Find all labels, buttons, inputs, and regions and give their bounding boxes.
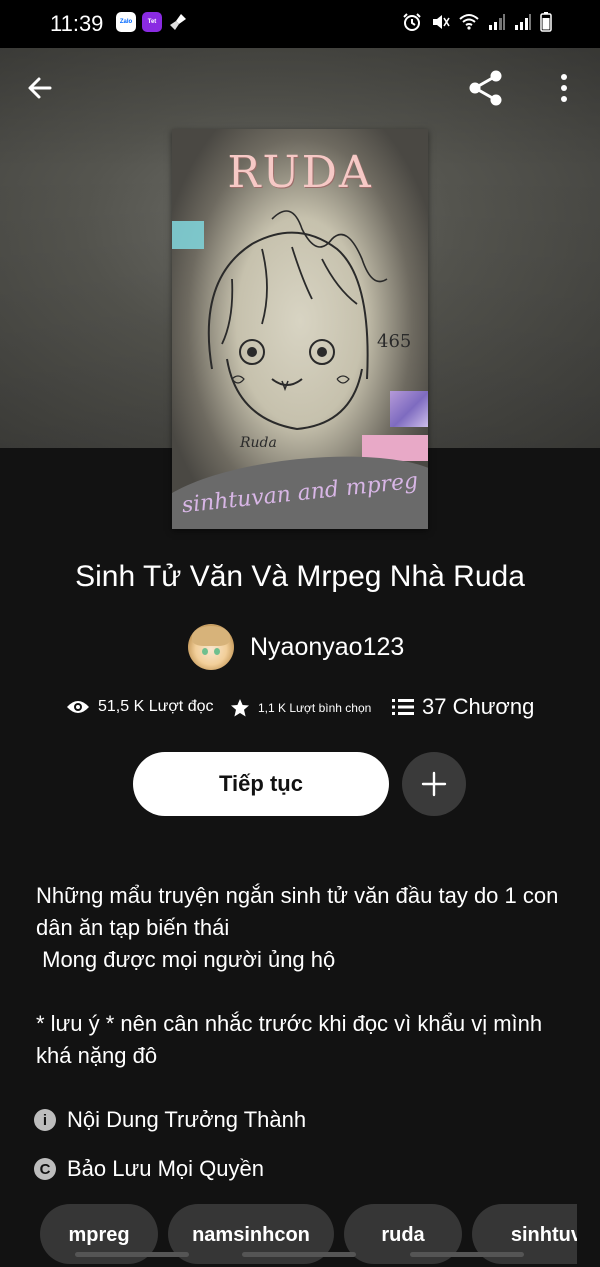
copyright-notice: C Bảo Lưu Mọi Quyền xyxy=(34,1156,264,1182)
avatar-eye xyxy=(202,648,208,655)
book-stats: 51,5 K Lượt đọc 1,1 K Lượt bình chọn 37 … xyxy=(66,694,546,730)
book-description: Những mẩu truyện ngắn sinh tử văn đầu ta… xyxy=(36,883,559,1068)
cover-sketch-number: 465 xyxy=(377,331,411,352)
eye-icon xyxy=(67,701,89,713)
tag-list: mpreg namsinhcon ruda sinhtuva xyxy=(40,1204,577,1267)
author-name[interactable]: Nyaonyao123 xyxy=(250,633,404,662)
avatar-hair xyxy=(192,626,230,646)
status-app-icons: Zalo Tet xyxy=(116,12,188,32)
stat-chapters-label[interactable]: 37 Chương xyxy=(422,694,534,720)
battery-icon xyxy=(540,12,552,37)
share-button[interactable] xyxy=(462,64,510,112)
nav-gesture-hint[interactable] xyxy=(242,1252,356,1257)
share-icon xyxy=(469,70,502,106)
copyright-icon: C xyxy=(34,1158,56,1180)
mature-content-notice: i Nội Dung Trưởng Thành xyxy=(34,1107,306,1133)
more-vertical-icon xyxy=(561,74,567,102)
zalo-icon: Zalo xyxy=(116,12,136,32)
status-time: 11:39 xyxy=(50,11,104,36)
arrow-left-icon xyxy=(28,77,52,99)
stat-votes-label: 1,1 K Lượt bình chọn xyxy=(258,701,372,715)
continue-reading-button[interactable]: Tiếp tục xyxy=(133,752,389,816)
wifi-icon xyxy=(458,12,480,37)
stat-reads-label: 51,5 K Lượt đọc xyxy=(98,698,214,715)
book-cover[interactable]: 465 Ruda RUDA sinhtuvan and mpreg xyxy=(172,129,428,529)
star-icon xyxy=(231,699,249,717)
mute-icon xyxy=(430,12,450,37)
mature-content-label: Nội Dung Trưởng Thành xyxy=(67,1107,307,1132)
signal-icon xyxy=(514,12,532,37)
add-to-library-button[interactable] xyxy=(402,752,466,816)
book-title: Sinh Tử Văn Và Mrpeg Nhà Ruda xyxy=(75,560,525,593)
nav-gesture-hint[interactable] xyxy=(410,1252,524,1257)
info-icon: i xyxy=(34,1109,56,1131)
author-link[interactable]: Nyaonyao123 xyxy=(188,624,404,670)
back-button[interactable] xyxy=(16,64,64,112)
status-bar: 11:39 Zalo Tet xyxy=(0,0,600,48)
avatar-eye xyxy=(214,648,220,655)
alarm-icon xyxy=(402,12,422,37)
list-icon xyxy=(392,699,414,715)
cover-sketch-signature: Ruda xyxy=(239,435,277,451)
cover-title-text: RUDA xyxy=(227,147,373,198)
stat-votes: 1,1 K Lượt bình chọn xyxy=(230,698,371,718)
stat-chapters[interactable]: 37 Chương xyxy=(392,694,534,720)
copyright-label: Bảo Lưu Mọi Quyền xyxy=(67,1156,264,1181)
nav-gesture-hint[interactable] xyxy=(75,1252,189,1257)
lixi-icon: Tet xyxy=(142,12,162,32)
signal-icon xyxy=(488,12,506,37)
avatar[interactable] xyxy=(188,624,234,670)
plus-icon xyxy=(421,771,447,797)
more-options-button[interactable] xyxy=(540,64,588,112)
status-system-icons xyxy=(402,12,552,37)
stat-reads: 51,5 K Lượt đọc xyxy=(66,698,214,716)
cleaner-icon xyxy=(168,12,188,32)
